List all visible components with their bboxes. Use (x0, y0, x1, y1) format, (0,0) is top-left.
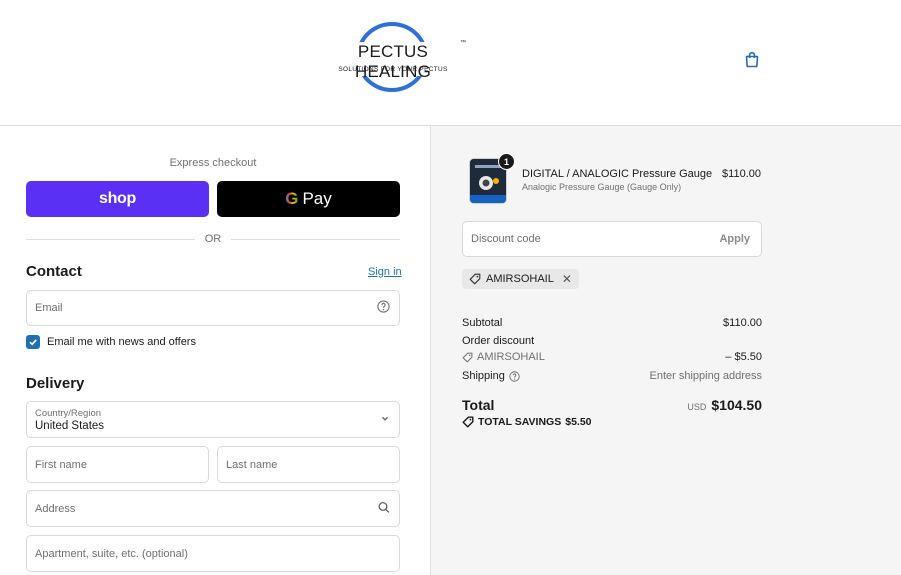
shipping-row: Shipping Enter shipping address (462, 370, 762, 384)
delivery-heading: Delivery (26, 375, 85, 392)
subtotal-label: Subtotal (462, 317, 503, 329)
total-savings-row: TOTAL SAVINGS $5.50 (462, 416, 762, 430)
contact-heading: Contact (26, 263, 82, 280)
last-name-field[interactable]: Last name (217, 446, 400, 483)
total-row: Total USD $104.50 (462, 397, 762, 415)
newsletter-label: Email me with news and offers (47, 336, 196, 348)
product-price: $110.00 (722, 168, 761, 180)
total-label: Total (462, 397, 495, 413)
logo-tagline: SOLUTIONS FOR YOUR PECTUS (338, 66, 448, 73)
google-pay-button[interactable]: G Pay (217, 181, 400, 217)
header: PECTUS HEALING ™ SOLUTIONS FOR YOUR PECT… (0, 0, 901, 126)
shop-pay-label: shop (98, 190, 137, 207)
savings-label: TOTAL SAVINGS (478, 416, 562, 428)
chevron-down-icon (380, 413, 390, 426)
logo-trademark: ™ (460, 40, 466, 46)
or-label: OR (204, 233, 222, 245)
logo-title: PECTUS HEALING (354, 42, 432, 81)
email-field[interactable]: Email (26, 290, 400, 326)
country-value: United States (35, 420, 105, 432)
product-name: DIGITAL / ANALOGIC Pressure Gauge (522, 168, 713, 180)
discount-code-placeholder: Discount code (471, 233, 541, 245)
cart-button[interactable] (742, 49, 762, 69)
checkout-form: Express checkout shop G Pay OR Contact S… (0, 126, 430, 575)
subtotal-row: Subtotal $110.00 (462, 317, 762, 331)
shipping-label: Shipping (462, 370, 505, 382)
product-variant: Analogic Pressure Gauge (Gauge Only) (522, 182, 682, 192)
newsletter-checkbox[interactable] (26, 335, 40, 349)
newsletter-checkbox-row[interactable]: Email me with news and offers (26, 335, 196, 349)
order-discount-row: Order discount (462, 335, 762, 349)
discount-code-name: AMIRSOHAIL (477, 351, 545, 363)
last-name-placeholder: Last name (226, 458, 278, 471)
order-summary: 1 DIGITAL / ANALOGIC Pressure Gauge Anal… (430, 126, 901, 575)
address-placeholder: Address (35, 502, 76, 515)
currency-code: USD (687, 402, 707, 412)
savings-value: $5.50 (565, 416, 592, 428)
tag-icon (462, 352, 473, 362)
tag-icon (469, 273, 481, 285)
pectus-healing-logo[interactable]: PECTUS HEALING ™ SOLUTIONS FOR YOUR PECT… (318, 20, 468, 94)
subtotal-value: $110.00 (723, 317, 762, 329)
address-field[interactable]: Address (26, 490, 400, 527)
tag-icon (462, 416, 474, 428)
help-circle-icon[interactable] (509, 370, 520, 382)
email-placeholder: Email (35, 302, 63, 314)
or-divider: OR (26, 232, 400, 246)
help-circle-icon[interactable] (377, 300, 390, 316)
search-icon (378, 501, 390, 516)
first-name-placeholder: First name (35, 458, 87, 471)
shopping-bag-icon (745, 51, 759, 67)
first-name-field[interactable]: First name (26, 446, 209, 483)
discount-value: – $5.50 (725, 351, 762, 363)
applied-code-text: AMIRSOHAIL (486, 273, 554, 285)
country-label: Country/Region (35, 408, 102, 419)
apartment-field[interactable]: Apartment, suite, etc. (optional) (26, 535, 400, 572)
discount-code-row: AMIRSOHAIL – $5.50 (462, 351, 762, 365)
order-discount-label: Order discount (462, 335, 535, 347)
quantity-badge: 1 (498, 153, 515, 170)
express-checkout-label: Express checkout (169, 157, 257, 169)
google-pay-label: Pay (302, 189, 332, 208)
shop-pay-button[interactable]: shop (26, 181, 209, 217)
country-select[interactable]: Country/Region United States (26, 401, 400, 438)
apply-discount-button[interactable]: Apply (665, 221, 762, 257)
apply-label: Apply (719, 233, 750, 245)
total-value: $104.50 (711, 397, 762, 413)
applied-code-chip: AMIRSOHAIL ✕ (462, 269, 579, 289)
checkmark-icon (29, 339, 37, 346)
remove-code-icon[interactable]: ✕ (562, 272, 572, 286)
google-g-icon: G (285, 189, 299, 208)
apartment-placeholder: Apartment, suite, etc. (optional) (35, 547, 188, 560)
shipping-value: Enter shipping address (649, 370, 762, 382)
sign-in-link[interactable]: Sign in (368, 266, 402, 278)
